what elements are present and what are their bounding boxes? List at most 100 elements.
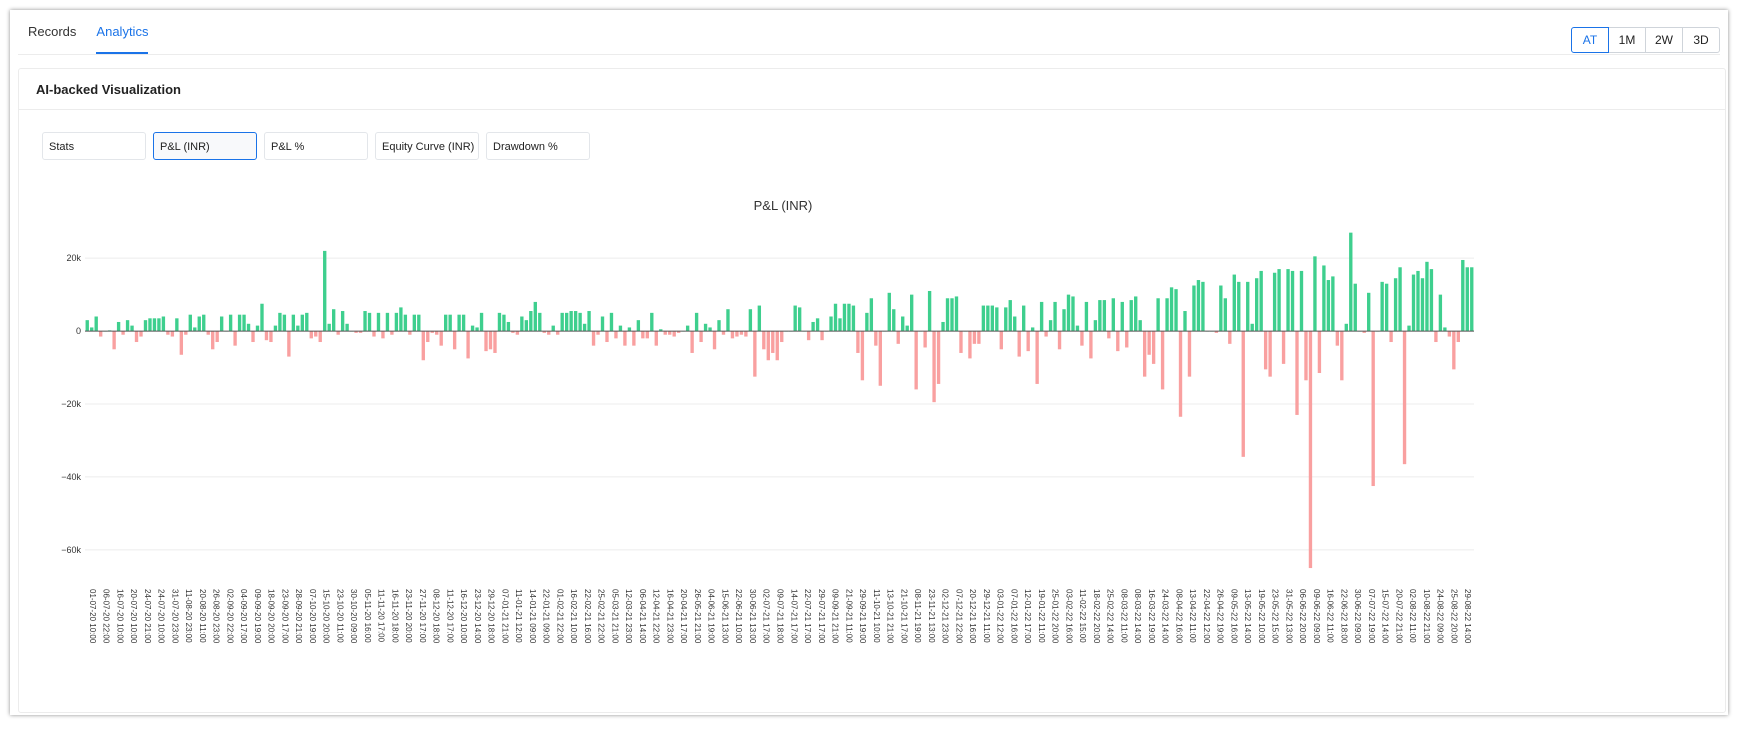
pnl-bar[interactable] — [1093, 320, 1098, 332]
pnl-bar[interactable] — [829, 316, 833, 332]
pnl-bar[interactable] — [1281, 331, 1286, 364]
pnl-bar[interactable] — [1452, 331, 1456, 370]
pnl-bar[interactable] — [1434, 331, 1438, 343]
pnl-bar[interactable] — [1151, 331, 1156, 364]
pnl-bar[interactable] — [408, 331, 412, 335]
pnl-bar[interactable] — [166, 331, 170, 335]
pnl-bar[interactable] — [1183, 311, 1187, 332]
pnl-bar[interactable] — [950, 298, 954, 332]
pnl-bar[interactable] — [1039, 301, 1044, 332]
pnl-bar[interactable] — [1443, 327, 1447, 332]
pnl-bar[interactable] — [452, 331, 457, 350]
pnl-bar[interactable] — [1111, 298, 1115, 332]
pnl-bar[interactable] — [632, 331, 636, 346]
pnl-bar[interactable] — [242, 314, 246, 332]
pnl-bar[interactable] — [273, 325, 278, 332]
pnl-bar[interactable] — [506, 321, 511, 332]
pnl-bar[interactable] — [219, 316, 224, 332]
pnl-bar[interactable] — [269, 331, 273, 343]
pnl-bar[interactable] — [1147, 331, 1151, 355]
pnl-bar[interactable] — [578, 312, 582, 332]
pnl-bar[interactable] — [497, 312, 502, 332]
pnl-bar[interactable] — [215, 331, 219, 343]
pnl-bar[interactable] — [999, 331, 1003, 350]
pnl-bar[interactable] — [1317, 331, 1322, 374]
range-button-2w[interactable]: 2W — [1645, 27, 1683, 53]
pnl-bar[interactable] — [703, 323, 708, 332]
pnl-bar[interactable] — [1187, 331, 1192, 377]
pnl-bar[interactable] — [1169, 287, 1174, 332]
pnl-bar[interactable] — [936, 331, 941, 384]
pnl-bar[interactable] — [457, 314, 461, 332]
pnl-bar[interactable] — [896, 331, 900, 344]
pnl-bar[interactable] — [694, 312, 699, 332]
pnl-bar[interactable] — [1313, 256, 1317, 332]
pnl-bar[interactable] — [1080, 331, 1084, 346]
pnl-bar[interactable] — [1331, 276, 1335, 332]
pnl-bar[interactable] — [573, 311, 578, 332]
pnl-bar[interactable] — [636, 320, 641, 332]
pnl-bar[interactable] — [461, 314, 466, 332]
pnl-bar[interactable] — [1353, 283, 1357, 332]
pnl-bar[interactable] — [869, 298, 874, 332]
pnl-bar[interactable] — [237, 314, 242, 332]
pnl-bar[interactable] — [1268, 331, 1272, 377]
pnl-bar[interactable] — [332, 309, 336, 332]
pnl-bar[interactable] — [663, 331, 667, 335]
pnl-bar[interactable] — [762, 331, 766, 350]
pnl-bar[interactable] — [645, 331, 649, 339]
pnl-bar[interactable] — [1371, 331, 1375, 487]
pnl-bar[interactable] — [399, 307, 403, 332]
pnl-bar[interactable] — [977, 331, 981, 344]
pnl-bar[interactable] — [556, 331, 560, 335]
pnl-bar[interactable] — [1402, 331, 1407, 465]
pnl-bar[interactable] — [851, 305, 856, 332]
pnl-bar[interactable] — [520, 316, 524, 332]
pnl-bar[interactable] — [1089, 331, 1093, 359]
pnl-bar[interactable] — [1420, 278, 1425, 332]
pnl-bar[interactable] — [587, 311, 591, 332]
pnl-bar[interactable] — [1125, 331, 1129, 348]
pnl-bar[interactable] — [1470, 267, 1474, 332]
pnl-bar[interactable] — [1425, 261, 1429, 332]
pnl-bar[interactable] — [986, 305, 990, 332]
pnl-bar[interactable] — [1116, 331, 1120, 352]
pnl-bar[interactable] — [1335, 331, 1340, 346]
pnl-bar[interactable] — [323, 250, 327, 332]
pnl-bar[interactable] — [385, 312, 390, 332]
pnl-bar[interactable] — [1134, 296, 1138, 332]
pnl-bar[interactable] — [502, 314, 506, 332]
pnl-bar[interactable] — [1178, 331, 1183, 417]
pnl-bar[interactable] — [609, 312, 614, 332]
pnl-bar[interactable] — [493, 331, 497, 353]
pnl-bar[interactable] — [726, 309, 730, 332]
pnl-bar[interactable] — [780, 331, 784, 343]
pnl-bar[interactable] — [157, 318, 161, 332]
pnl-bar[interactable] — [901, 316, 905, 332]
pnl-bar[interactable] — [1142, 331, 1147, 377]
pnl-bar[interactable] — [910, 294, 914, 332]
pnl-bar[interactable] — [739, 331, 744, 335]
pnl-bar[interactable] — [1407, 325, 1411, 332]
pnl-bar[interactable] — [905, 325, 909, 332]
pnl-bar[interactable] — [202, 314, 206, 332]
pnl-bar[interactable] — [1120, 301, 1124, 332]
pnl-bar[interactable] — [923, 331, 927, 348]
pnl-bar[interactable] — [435, 331, 439, 335]
pnl-bar[interactable] — [1026, 331, 1030, 352]
pnl-bar[interactable] — [318, 331, 322, 343]
pnl-bar[interactable] — [363, 311, 367, 332]
pnl-bar[interactable] — [968, 331, 972, 359]
pnl-bar[interactable] — [730, 331, 735, 339]
pnl-bar[interactable] — [627, 327, 632, 332]
pnl-bar[interactable] — [260, 303, 264, 332]
pnl-bar[interactable] — [1174, 289, 1178, 332]
pnl-bar[interactable] — [1308, 331, 1313, 569]
pnl-bar[interactable] — [865, 312, 869, 332]
pnl-bar[interactable] — [1416, 270, 1420, 332]
pnl-bar[interactable] — [1322, 265, 1326, 332]
pnl-bar[interactable] — [820, 331, 824, 341]
pnl-bar[interactable] — [412, 314, 417, 332]
pnl-bar[interactable] — [1241, 331, 1245, 457]
pnl-bar[interactable] — [1022, 305, 1026, 332]
